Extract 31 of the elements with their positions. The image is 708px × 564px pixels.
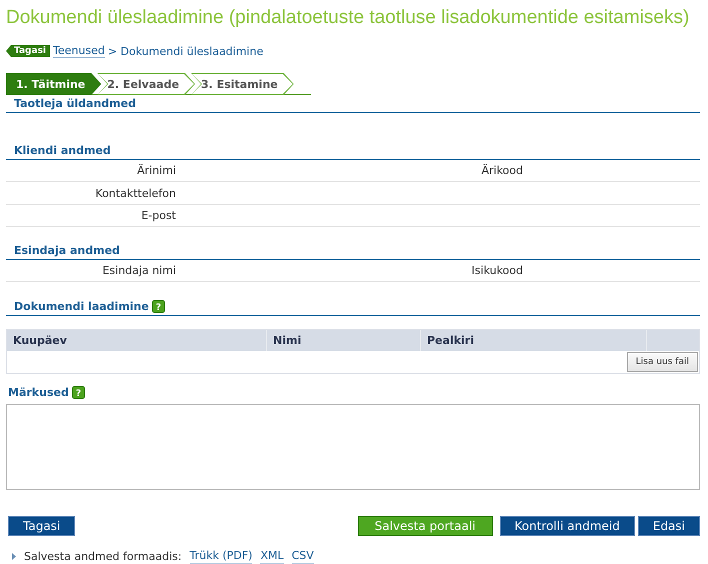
step-tab[interactable]: 1. Täitmine bbox=[6, 73, 102, 95]
field-label: Isikukood bbox=[470, 264, 523, 278]
add-file-button[interactable]: Lisa uus fail bbox=[626, 352, 698, 372]
back-tag[interactable]: Tagasi bbox=[6, 45, 50, 57]
breadcrumb-current: > Dokumendi üleslaadimine bbox=[108, 44, 264, 58]
field-label: Esindaja nimi bbox=[101, 264, 176, 278]
notes-field[interactable] bbox=[6, 404, 700, 490]
step-tab[interactable]: 3. Esitamine bbox=[191, 73, 294, 95]
step-tab[interactable]: 2. Eelvaade bbox=[97, 73, 196, 95]
column-header: Nimi bbox=[267, 330, 421, 352]
back-button[interactable]: Tagasi bbox=[8, 516, 76, 536]
page-title: Dokumendi üleslaadimine (pindalatoetuste taotluse lisadokumentide esitamiseks) bbox=[6, 6, 690, 30]
field-label: Ärinimi bbox=[136, 164, 176, 178]
check-button[interactable]: Kontrolli andmeid bbox=[500, 516, 635, 536]
field-label: Ärikood bbox=[480, 164, 523, 178]
field-label: E-post bbox=[140, 208, 176, 222]
section-heading: Kliendi andmed bbox=[14, 144, 111, 157]
export-label: Salvesta andmed formaadis: bbox=[24, 550, 182, 564]
export-link[interactable]: Trükk (PDF) bbox=[190, 549, 252, 564]
column-header: Pealkiri bbox=[421, 330, 647, 352]
next-button[interactable]: Edasi bbox=[638, 516, 700, 536]
section-heading: Märkused bbox=[8, 386, 69, 400]
breadcrumb-link[interactable]: Teenused bbox=[53, 44, 105, 58]
export-link[interactable]: XML bbox=[260, 549, 284, 564]
section-heading: Dokumendi laadimine bbox=[14, 300, 149, 314]
triangle-icon bbox=[12, 553, 16, 560]
column-header: Kuupäev bbox=[7, 330, 267, 352]
section-heading: Taotleja üldandmed bbox=[14, 97, 136, 110]
field-label: Kontakttelefon bbox=[94, 186, 176, 200]
section-heading: Esindaja andmed bbox=[14, 244, 120, 258]
export-link[interactable]: CSV bbox=[292, 549, 314, 564]
